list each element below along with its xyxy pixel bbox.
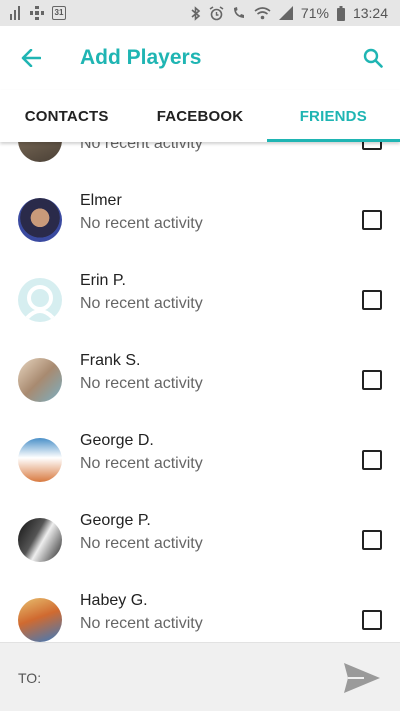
friend-row[interactable]: Frank S. No recent activity	[0, 340, 400, 420]
arrow-left-icon	[21, 49, 41, 67]
recipient-bar: TO:	[0, 642, 400, 711]
call-icon	[233, 7, 244, 18]
friend-row[interactable]: George D. No recent activity	[0, 420, 400, 500]
tab-friends[interactable]: FRIENDS	[266, 90, 400, 142]
friend-activity: No recent activity	[80, 615, 203, 632]
friend-row[interactable]: George P. No recent activity	[0, 500, 400, 580]
friend-name: Habey G.	[80, 592, 148, 609]
friend-activity: No recent activity	[80, 215, 203, 232]
friend-row[interactable]: Erin P. No recent activity	[0, 260, 400, 340]
send-button[interactable]	[342, 661, 382, 695]
wifi-icon	[254, 6, 271, 19]
calendar-icon: 31	[52, 6, 66, 20]
friend-activity: No recent activity	[80, 375, 203, 392]
send-icon	[344, 663, 380, 693]
to-field[interactable]: TO:	[18, 670, 41, 686]
friend-activity: No recent activity	[80, 295, 203, 312]
select-checkbox[interactable]	[362, 142, 382, 150]
friend-activity: No recent activity	[80, 535, 203, 552]
select-checkbox[interactable]	[362, 530, 382, 550]
select-checkbox[interactable]	[362, 610, 382, 630]
friend-name: Frank S.	[80, 352, 141, 369]
avatar	[18, 278, 62, 322]
default-avatar-icon	[25, 285, 55, 320]
friend-row[interactable]: No recent activity	[0, 142, 400, 180]
battery-icon	[336, 5, 345, 21]
tab-contacts[interactable]: CONTACTS	[0, 90, 133, 142]
friend-name: Elmer	[80, 192, 122, 209]
avatar	[18, 598, 62, 642]
bluetooth-icon	[191, 5, 201, 21]
avatar	[18, 518, 62, 562]
select-checkbox[interactable]	[362, 210, 382, 230]
app-bar: Add Players	[0, 26, 400, 90]
avatar	[18, 358, 62, 402]
friend-name: Erin P.	[80, 272, 126, 289]
avatar	[18, 142, 62, 162]
cell-signal-icon	[278, 6, 293, 20]
alarm-icon	[209, 5, 224, 20]
status-bar-left: 31	[10, 6, 66, 20]
select-checkbox[interactable]	[362, 450, 382, 470]
friend-row[interactable]: Habey G. No recent activity	[0, 580, 400, 642]
friends-list: No recent activity Elmer No recent activ…	[0, 142, 400, 642]
select-checkbox[interactable]	[362, 290, 382, 310]
page-title: Add Players	[80, 46, 202, 69]
friend-activity: No recent activity	[80, 142, 203, 152]
tab-bar: CONTACTS FACEBOOK FRIENDS	[0, 90, 400, 142]
status-time: 13:24	[352, 5, 388, 21]
avatar	[18, 198, 62, 242]
status-bar-right: 71% 13:24	[191, 5, 388, 21]
friend-name: George P.	[80, 512, 151, 529]
search-icon	[363, 48, 383, 68]
friend-activity: No recent activity	[80, 455, 203, 472]
friend-row[interactable]: Elmer No recent activity	[0, 180, 400, 260]
search-button[interactable]	[346, 26, 400, 90]
signal-icon	[10, 6, 20, 20]
back-button[interactable]	[0, 26, 62, 90]
battery-percent: 71%	[300, 5, 329, 21]
select-checkbox[interactable]	[362, 370, 382, 390]
avatar	[18, 438, 62, 482]
status-bar: 31 71% 13:24	[0, 0, 400, 26]
tab-facebook[interactable]: FACEBOOK	[133, 90, 266, 142]
friend-name: George D.	[80, 432, 154, 449]
grid-icon	[30, 6, 44, 20]
